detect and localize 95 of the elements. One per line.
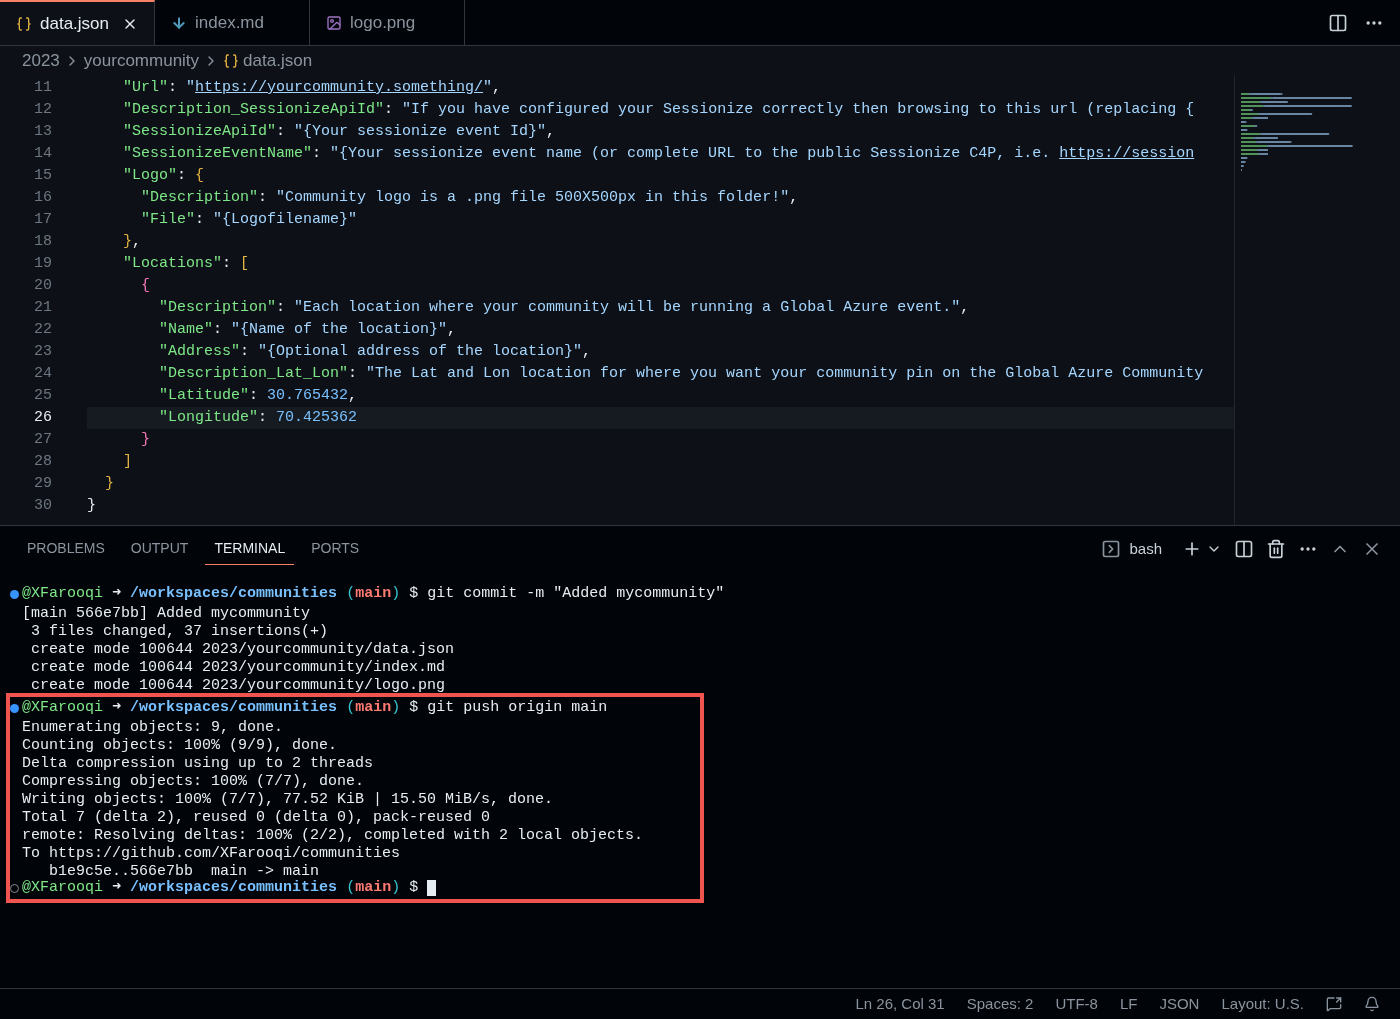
command-text: $ git push origin main — [409, 697, 608, 718]
prompt-arrow: ➜ — [112, 583, 122, 604]
braces-icon — [16, 15, 32, 32]
line-number: 20 — [33, 275, 52, 296]
split-editor-icon[interactable] — [1328, 12, 1348, 33]
code-line: { — [140, 275, 151, 296]
terminal-output: Compressing objects: 100% (7/7), done. — [22, 773, 365, 790]
code-line: } — [140, 429, 151, 450]
line-number: 24 — [33, 363, 52, 384]
prompt-branch: (main) — [346, 877, 401, 898]
editor-tab[interactable]: logo.png — [310, 0, 465, 45]
terminal-output: Counting objects: 100% (9/9), done. — [22, 737, 338, 754]
terminal-output: [main 566e7bb] Added mycommunity — [22, 605, 311, 622]
line-number: 14 — [33, 143, 52, 164]
line-number: 19 — [33, 253, 52, 274]
status-item[interactable]: UTF-8 — [1055, 992, 1098, 1016]
terminal-output: create mode 100644 2023/yourcommunity/data.json — [30, 641, 455, 658]
code-line: } — [104, 473, 115, 494]
line-number: 13 — [33, 121, 52, 142]
line-number: 29 — [33, 473, 52, 494]
status-item[interactable]: Ln 26, Col 31 — [855, 992, 945, 1016]
down-arrow-icon — [171, 14, 187, 31]
panel-tab[interactable]: OUTPUT — [121, 533, 198, 565]
code-line: "Address": "{Optional address of the location}", — [158, 341, 593, 362]
terminal-output: Writing objects: 100% (7/7), 77.52 KiB | 15.50 MiB/s, done. — [22, 791, 554, 808]
bell-icon[interactable] — [1364, 996, 1380, 1012]
line-number: 21 — [33, 297, 52, 318]
prompt-user: @XFarooqi — [22, 877, 103, 898]
prompt-branch: (main) — [346, 583, 401, 604]
command-text: $ git commit -m "Added mycommunity" — [409, 583, 725, 604]
code-line: "Latitude": 30.765432, — [158, 385, 359, 406]
line-number: 11 — [33, 77, 52, 98]
code-line: "SessionizeEventName": "{Your sessionize event name (or complete URL to the public Sessionize C4P, i.e. https://session — [122, 143, 1196, 164]
line-number: 18 — [33, 231, 52, 252]
line-number: 30 — [33, 495, 52, 516]
terminal-output: Total 7 (delta 2), reused 0 (delta 0), pack-reused 0 — [22, 809, 491, 826]
shell-selector[interactable]: bash — [1101, 537, 1162, 561]
line-number: 12 — [33, 99, 52, 120]
line-number: 16 — [33, 187, 52, 208]
prompt-path: /workspaces/communities — [130, 583, 338, 604]
code-line: "Logo": { — [122, 165, 206, 186]
status-item[interactable]: Layout: U.S. — [1221, 992, 1304, 1016]
prompt-path: /workspaces/communities — [130, 877, 338, 898]
breadcrumb-item[interactable]: yourcommunity — [83, 47, 200, 74]
image-icon — [326, 14, 342, 31]
code-line: } — [87, 495, 97, 516]
code-line: "Name": "{Name of the location}", — [158, 319, 458, 340]
braces-icon — [223, 52, 240, 69]
status-item[interactable]: JSON — [1159, 992, 1200, 1016]
code-line: "SessionizeApiId": "{Your sessionize event Id}", — [122, 121, 557, 142]
terminal-output: b1e9c5e..566e7bb main -> main — [48, 863, 320, 880]
feedback-icon[interactable] — [1326, 996, 1342, 1012]
line-number: 26 — [33, 407, 52, 428]
code-line: "File": "{Logofilename}" — [140, 209, 359, 230]
line-number: 27 — [33, 429, 52, 450]
split-terminal-icon[interactable] — [1234, 539, 1254, 559]
status-item[interactable]: Spaces: 2 — [966, 992, 1034, 1016]
line-number: 22 — [33, 319, 52, 340]
terminal-output: Enumerating objects: 9, done. — [22, 719, 284, 736]
terminal-output: Delta compression using up to 2 threads — [22, 755, 374, 772]
prompt-arrow: ➜ — [112, 697, 122, 718]
terminal-icon — [1101, 539, 1122, 559]
prompt-arrow: ➜ — [112, 877, 122, 898]
prompt-user: @XFarooqi — [22, 583, 103, 604]
trash-icon[interactable] — [1266, 539, 1286, 559]
line-number: 23 — [33, 341, 52, 362]
terminal-output: create mode 100644 2023/yourcommunity/index.md — [30, 659, 446, 676]
breadcrumb-item[interactable]: 2023 — [22, 47, 60, 74]
code-line: "Description": "Community logo is a .png file 500X500px in this folder!", — [140, 187, 800, 208]
prompt-branch: (main) — [346, 697, 401, 718]
code-line: "Description_Lat_Lon": "The Lat and Lon location for where you want your community pin on the Global Azure Community — [158, 363, 1205, 384]
editor-tab[interactable]: data.json — [0, 0, 155, 45]
terminal-output: remote: Resolving deltas: 100% (2/2), completed with 2 local objects. — [22, 827, 644, 844]
terminal-output: create mode 100644 2023/yourcommunity/logo.png — [30, 677, 446, 694]
panel-tab[interactable]: PORTS — [302, 533, 369, 565]
prompt-user: @XFarooqi — [22, 697, 103, 718]
code-line: "Description": "Each location where your community will be running a Global Azure event.", — [158, 297, 971, 318]
breadcrumb-item[interactable]: data.json — [243, 47, 313, 74]
prompt-path: /workspaces/communities — [130, 697, 338, 718]
editor-tab[interactable]: index.md — [155, 0, 310, 45]
command-text: $ — [409, 877, 419, 898]
panel-tab[interactable]: PROBLEMS — [18, 533, 114, 565]
code-line: "Description_SessionizeApiId": "If you have configured your Sessionize correctly then browsing to this url (replacing { — [122, 99, 1196, 120]
code-line: "Locations": [ — [122, 253, 251, 274]
line-number: 17 — [33, 209, 52, 230]
terminal-output: To https://github.com/XFarooqi/communities — [22, 845, 401, 862]
code-line: ] — [122, 451, 133, 472]
code-line: "Url": "https://yourcommunity.something/", — [122, 77, 503, 98]
line-number: 15 — [33, 165, 52, 186]
panel-tab[interactable]: TERMINAL — [205, 533, 295, 565]
status-item[interactable]: LF — [1119, 992, 1138, 1016]
terminal-output: 3 files changed, 37 insertions(+) — [30, 623, 329, 640]
code-line: }, — [122, 231, 143, 252]
line-number: 28 — [33, 451, 52, 472]
line-number: 25 — [33, 385, 52, 406]
